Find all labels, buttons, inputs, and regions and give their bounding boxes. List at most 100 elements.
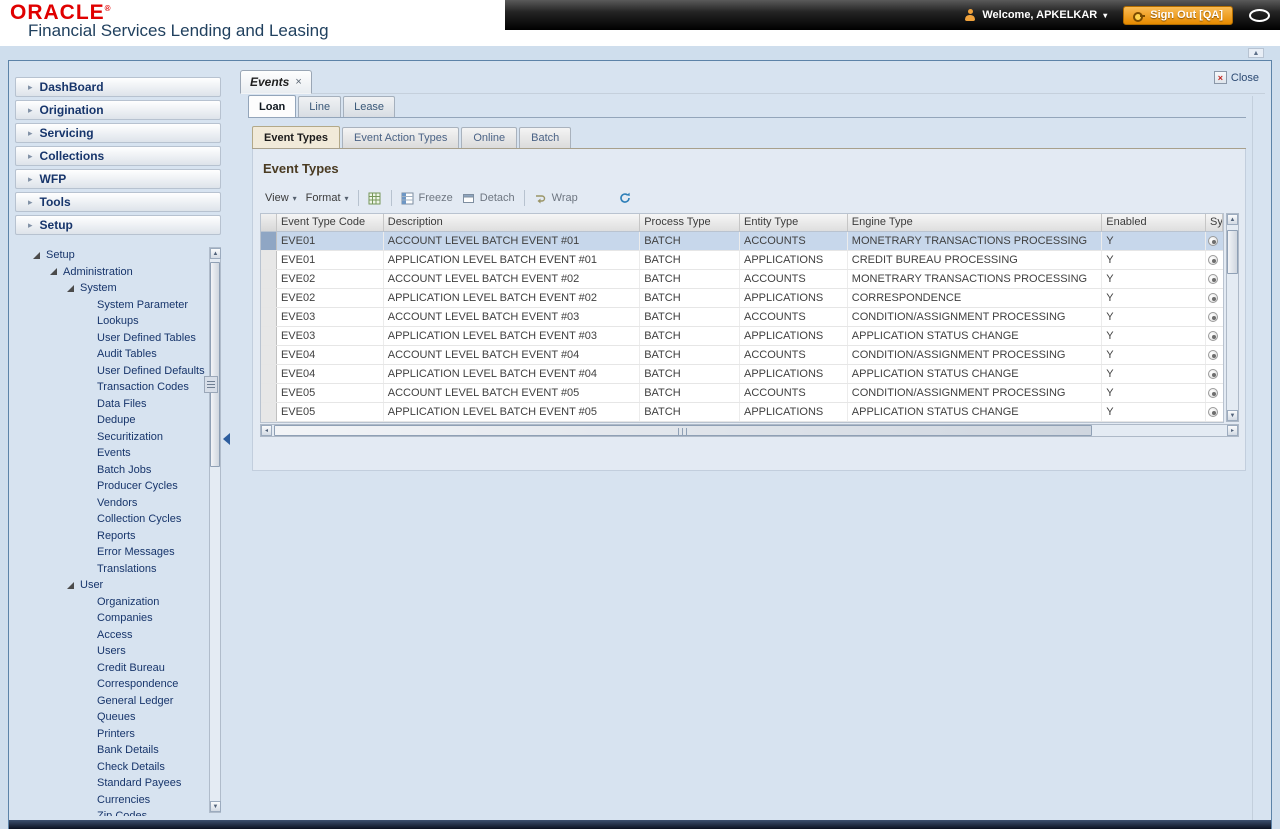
tree-item-queues[interactable]: Queues — [15, 709, 207, 726]
splitter-grip[interactable] — [204, 376, 218, 393]
column-header-description[interactable]: Description — [384, 214, 641, 231]
tree-item-user-defined-tables[interactable]: User Defined Tables — [15, 330, 207, 347]
tree-item-users[interactable]: Users — [15, 643, 207, 660]
detach-button[interactable]: Detach — [462, 191, 515, 205]
subtab-batch[interactable]: Batch — [519, 127, 572, 148]
tree-item-vendors[interactable]: Vendors — [15, 495, 207, 512]
table-row[interactable]: EVE02 ACCOUNT LEVEL BATCH EVENT #02 BATCH A… — [261, 270, 1223, 289]
table-row[interactable]: EVE05 APPLICATION LEVEL BATCH EVENT #05 BA… — [261, 403, 1223, 422]
table-row[interactable]: EVE04 ACCOUNT LEVEL BATCH EVENT #04 BATCH A… — [261, 346, 1223, 365]
row-selector-cell[interactable] — [261, 308, 277, 326]
cell-sys[interactable] — [1206, 251, 1223, 269]
scrollbar-down-button[interactable]: ▼ — [210, 801, 221, 812]
cell-sys[interactable] — [1206, 289, 1223, 307]
tree-item-user-defined-defaults[interactable]: User Defined Defaults — [15, 363, 207, 380]
format-menu-button[interactable]: Format ▾ — [306, 192, 349, 204]
grid-horizontal-scrollbar[interactable]: ◂ ▸ — [260, 424, 1239, 437]
tree-item-companies[interactable]: Companies — [15, 610, 207, 627]
row-selector-cell[interactable] — [261, 327, 277, 345]
scroll-up-icon[interactable]: ▲ — [1248, 48, 1264, 58]
grid-vertical-scrollbar[interactable]: ▲ ▼ — [1226, 213, 1239, 422]
table-row[interactable]: EVE03 ACCOUNT LEVEL BATCH EVENT #03 BATCH A… — [261, 308, 1223, 327]
tree-item-organization[interactable]: Organization — [15, 594, 207, 611]
table-row[interactable]: EVE01 ACCOUNT LEVEL BATCH EVENT #01 BATCH A… — [261, 232, 1223, 251]
scrollbar-up-button[interactable]: ▲ — [210, 248, 221, 259]
row-selector-cell[interactable] — [261, 346, 277, 364]
subtab-event-action-types[interactable]: Event Action Types — [342, 127, 460, 148]
tab-lease[interactable]: Lease — [343, 96, 396, 117]
row-selector-cell[interactable] — [261, 251, 277, 269]
row-selector-cell[interactable] — [261, 403, 277, 421]
tree-item-producer-cycles[interactable]: Producer Cycles — [15, 478, 207, 495]
tab-loan[interactable]: Loan — [248, 95, 297, 117]
table-row[interactable]: EVE02 APPLICATION LEVEL BATCH EVENT #02 BA… — [261, 289, 1223, 308]
scrollbar-down-button[interactable]: ▼ — [1227, 410, 1238, 421]
sidebar-item-wfp[interactable]: ▸ WFP — [15, 169, 221, 189]
tree-item-administration[interactable]: Administration — [15, 264, 207, 281]
column-header-event-type-code[interactable]: Event Type Code — [277, 214, 384, 231]
tree-item-events[interactable]: Events — [15, 445, 207, 462]
row-selector-cell[interactable] — [261, 270, 277, 288]
column-header-engine-type[interactable]: Engine Type — [848, 214, 1103, 231]
scrollbar-thumb[interactable] — [1227, 230, 1238, 274]
tree-item-currencies[interactable]: Currencies — [15, 792, 207, 809]
export-button[interactable] — [368, 191, 382, 205]
tree-item-data-files[interactable]: Data Files — [15, 396, 207, 413]
tree-item-zip-codes[interactable]: Zip Codes — [15, 808, 207, 816]
tree-item-audit-tables[interactable]: Audit Tables — [15, 346, 207, 363]
tree-item-collection-cycles[interactable]: Collection Cycles — [15, 511, 207, 528]
freeze-button[interactable]: Freeze — [401, 191, 453, 205]
cell-sys[interactable] — [1206, 365, 1223, 383]
tree-item-bank-details[interactable]: Bank Details — [15, 742, 207, 759]
tree-item-translations[interactable]: Translations — [15, 561, 207, 578]
tab-close-icon[interactable]: × — [295, 76, 301, 88]
scrollbar-thumb[interactable] — [210, 262, 220, 467]
welcome-user-menu[interactable]: Welcome, APKELKAR ▾ — [964, 9, 1107, 21]
cell-sys[interactable] — [1206, 346, 1223, 364]
table-row[interactable]: EVE05 ACCOUNT LEVEL BATCH EVENT #05 BATCH A… — [261, 384, 1223, 403]
tree-item-access[interactable]: Access — [15, 627, 207, 644]
cell-sys[interactable] — [1206, 327, 1223, 345]
tree-item-transaction-codes[interactable]: Transaction Codes — [15, 379, 207, 396]
row-selector-cell[interactable] — [261, 232, 277, 250]
tree-item-user[interactable]: User — [15, 577, 207, 594]
close-button[interactable]: × Close — [1213, 71, 1259, 84]
tree-item-system[interactable]: System — [15, 280, 207, 297]
cell-sys[interactable] — [1206, 384, 1223, 402]
row-selector-cell[interactable] — [261, 384, 277, 402]
tab-events[interactable]: Events × — [240, 70, 312, 94]
table-row[interactable]: EVE04 APPLICATION LEVEL BATCH EVENT #04 BA… — [261, 365, 1223, 384]
wrap-button[interactable]: Wrap — [534, 191, 578, 205]
collapse-sidebar-arrow[interactable] — [223, 433, 230, 445]
tree-item-reports[interactable]: Reports — [15, 528, 207, 545]
view-menu-button[interactable]: View ▾ — [265, 192, 297, 204]
sign-out-button[interactable]: Sign Out [QA] — [1123, 5, 1233, 25]
scrollbar-thumb[interactable] — [274, 425, 1092, 436]
scrollbar-right-button[interactable]: ▸ — [1227, 425, 1238, 436]
sidebar-item-tools[interactable]: ▸ Tools — [15, 192, 221, 212]
sidebar-item-servicing[interactable]: ▸ Servicing — [15, 123, 221, 143]
column-header-process-type[interactable]: Process Type — [640, 214, 740, 231]
cell-sys[interactable] — [1206, 308, 1223, 326]
tab-line[interactable]: Line — [298, 96, 342, 117]
scrollbar-up-button[interactable]: ▲ — [1227, 214, 1238, 225]
subtab-online[interactable]: Online — [461, 127, 518, 148]
column-header-entity-type[interactable]: Entity Type — [740, 214, 848, 231]
subtab-event-types[interactable]: Event Types — [252, 126, 340, 148]
cell-sys[interactable] — [1206, 403, 1223, 421]
scrollbar-left-button[interactable]: ◂ — [261, 425, 272, 436]
tree-item-general-ledger[interactable]: General Ledger — [15, 693, 207, 710]
tree-item-batch-jobs[interactable]: Batch Jobs — [15, 462, 207, 479]
cell-sys[interactable] — [1206, 232, 1223, 250]
tree-item-dedupe[interactable]: Dedupe — [15, 412, 207, 429]
tree-item-system-parameter[interactable]: System Parameter — [15, 297, 207, 314]
tree-item-standard-payees[interactable]: Standard Payees — [15, 775, 207, 792]
row-selector-cell[interactable] — [261, 289, 277, 307]
refresh-button[interactable] — [618, 191, 632, 205]
sidebar-item-origination[interactable]: ▸ Origination — [15, 100, 221, 120]
tree-item-setup[interactable]: Setup — [15, 247, 207, 264]
tree-item-error-messages[interactable]: Error Messages — [15, 544, 207, 561]
table-row[interactable]: EVE03 APPLICATION LEVEL BATCH EVENT #03 BA… — [261, 327, 1223, 346]
column-header-enabled[interactable]: Enabled — [1102, 214, 1207, 231]
cell-sys[interactable] — [1206, 270, 1223, 288]
